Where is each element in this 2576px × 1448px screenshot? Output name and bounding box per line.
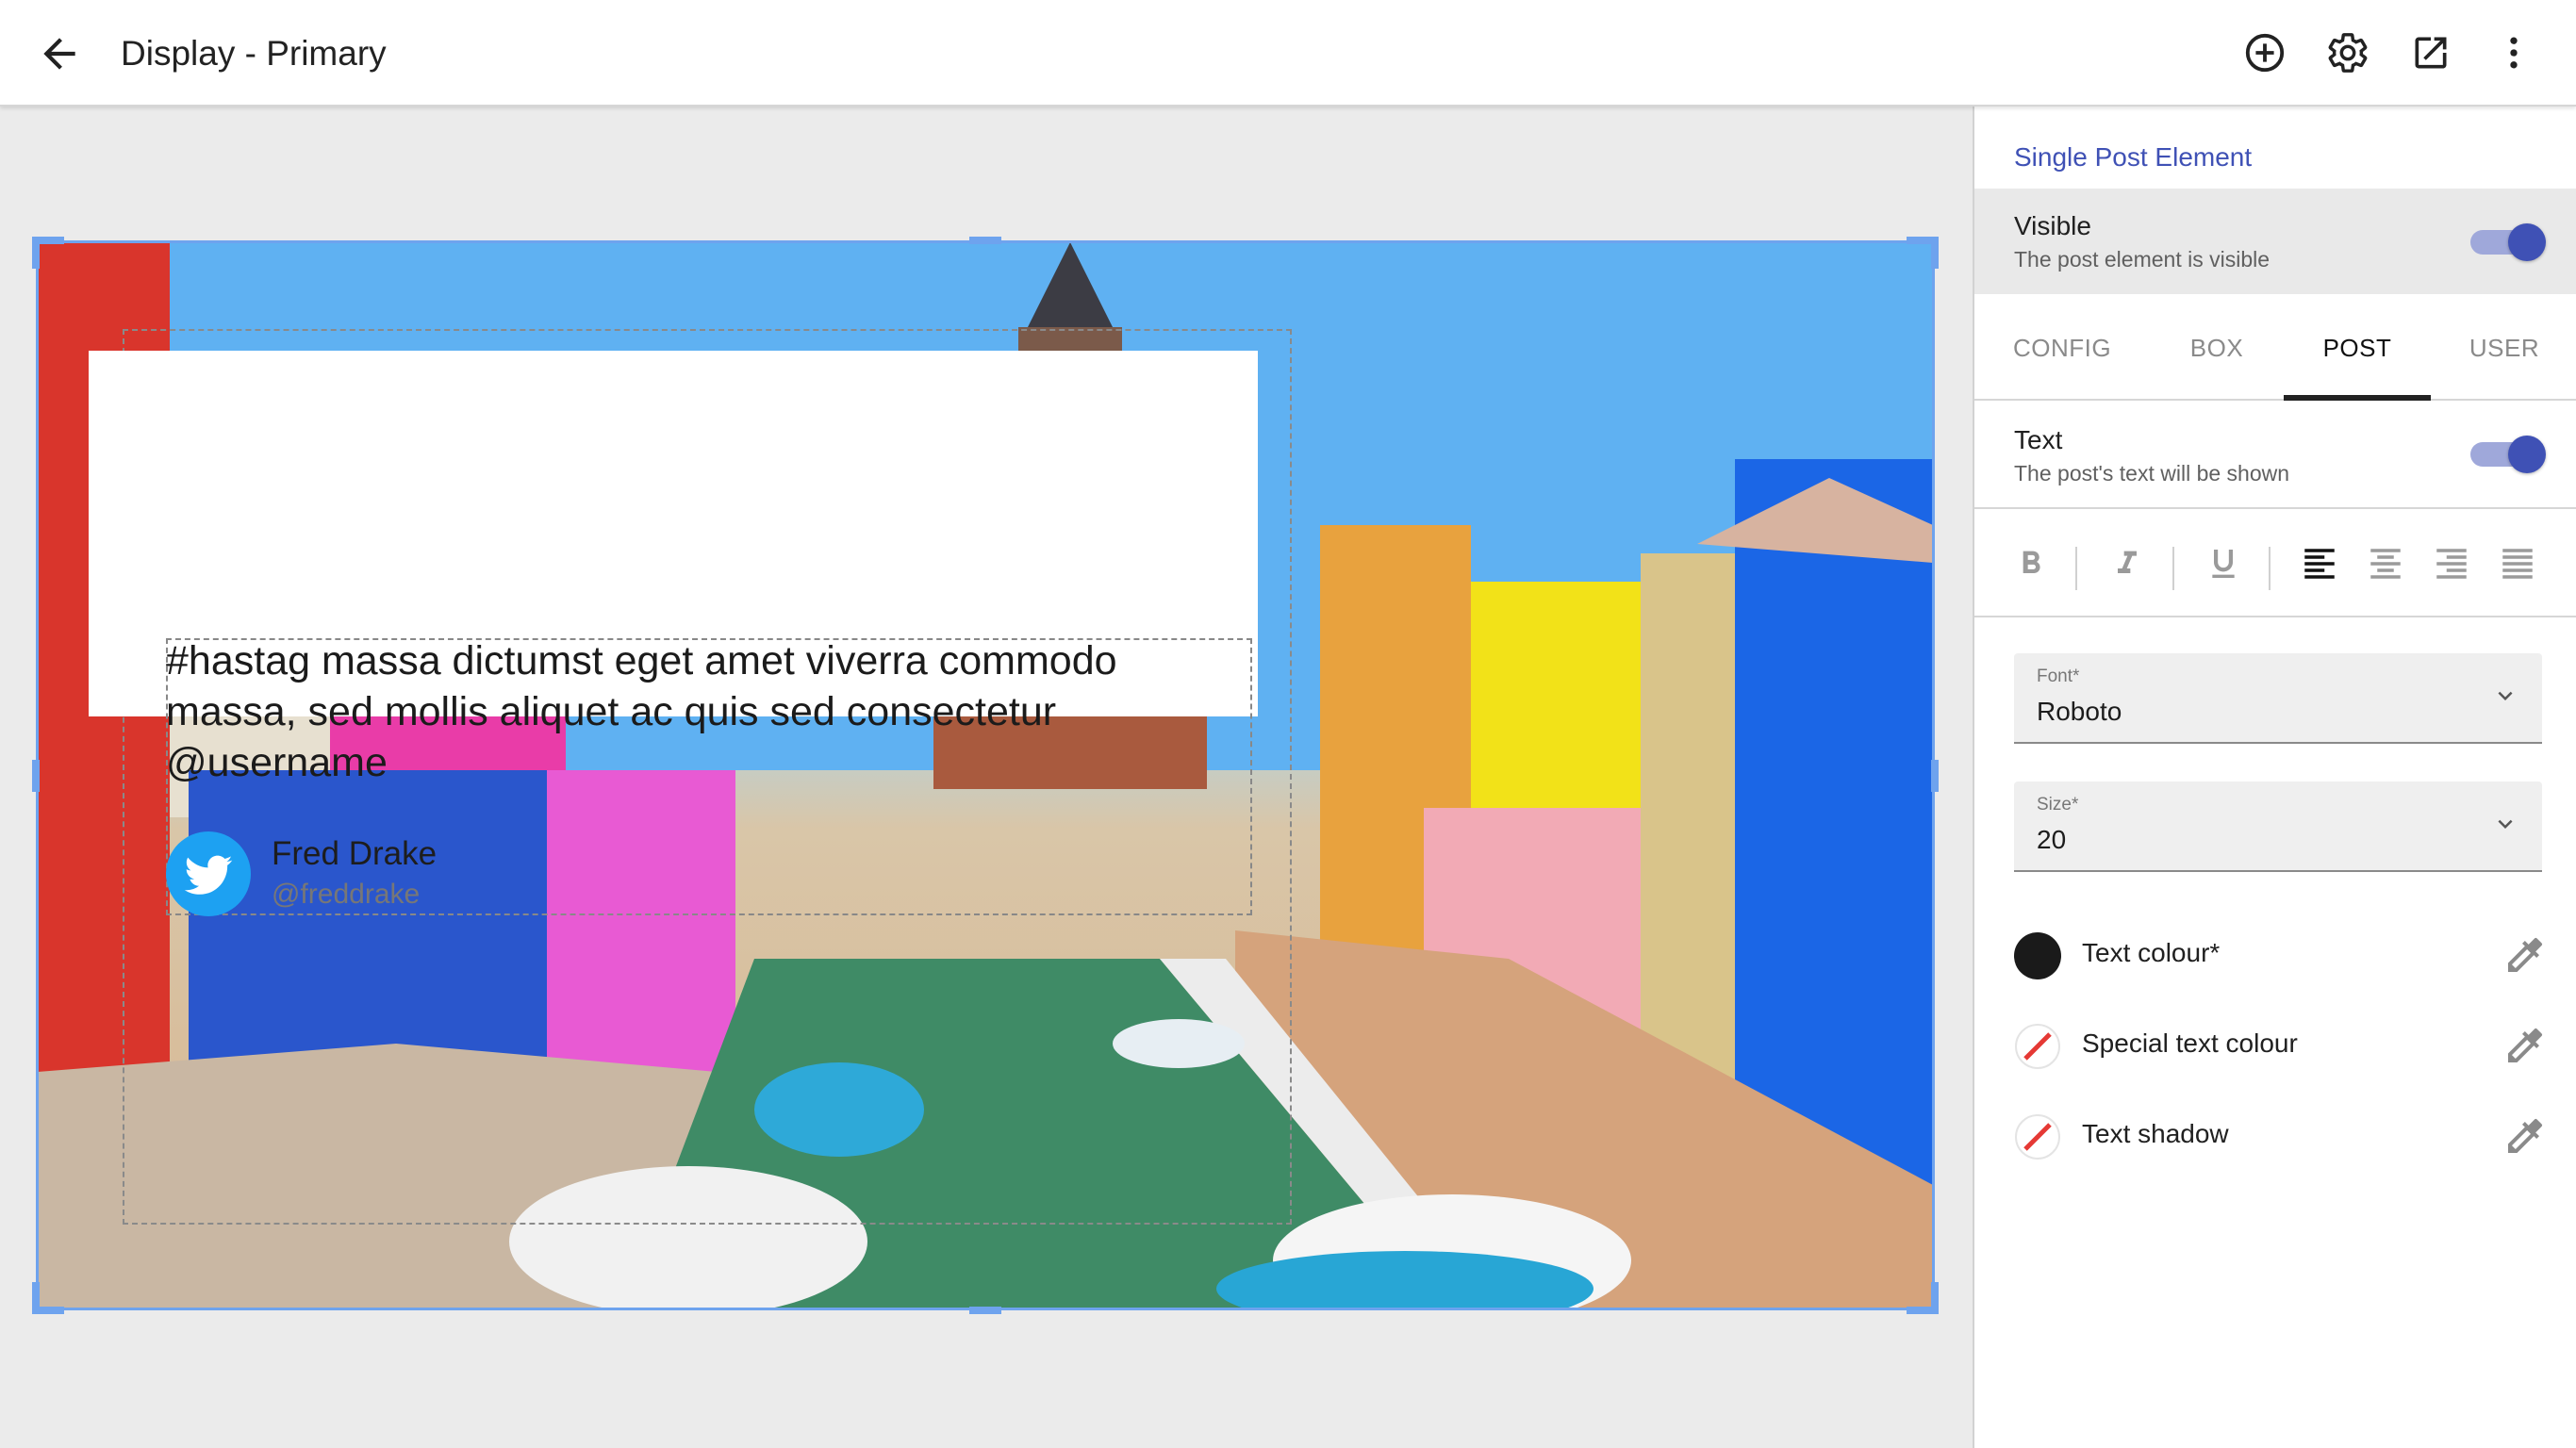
visible-toggle[interactable]	[2470, 221, 2546, 262]
size-select[interactable]: Size* 20	[2014, 782, 2542, 872]
chevron-down-icon	[2491, 682, 2519, 710]
resize-handle-bottom[interactable]	[969, 1307, 1001, 1314]
open-in-new-icon[interactable]	[2404, 26, 2457, 79]
post-text: #hastag massa dictumst eget amet viverra…	[166, 638, 1117, 785]
size-label: Size*	[2037, 795, 2079, 814]
text-setting-row[interactable]: Text The post's text will be shown	[1974, 401, 2576, 509]
author-handle: @freddrake	[272, 879, 421, 910]
tab-config[interactable]: CONFIG	[1974, 295, 2150, 401]
text-shadow-row[interactable]: Text shadow	[1974, 1091, 2576, 1181]
align-center-icon[interactable]	[2361, 539, 2410, 588]
tab-box[interactable]: BOX	[2150, 295, 2284, 401]
visible-title: Visible	[2014, 211, 2091, 240]
italic-icon[interactable]	[2103, 539, 2152, 588]
twitter-bird-icon	[166, 831, 251, 916]
eyedropper-icon[interactable]	[2502, 1113, 2548, 1159]
properties-panel: Single Post Element Visible The post ele…	[1973, 107, 2576, 1448]
add-circle-icon[interactable]	[2238, 26, 2291, 79]
text-format-toolbar	[1974, 509, 2576, 617]
text-colour-label: Text colour*	[2082, 938, 2221, 967]
text-subtitle: The post's text will be shown	[2014, 461, 2290, 485]
settings-gear-icon[interactable]	[2321, 26, 2374, 79]
text-title: Text	[2014, 425, 2063, 454]
resize-handle-top-left-v[interactable]	[32, 237, 40, 269]
font-label: Font*	[2037, 666, 2080, 686]
visible-setting-row[interactable]: Visible The post element is visible	[1974, 189, 2576, 294]
align-right-icon[interactable]	[2427, 539, 2476, 588]
resize-handle-top[interactable]	[969, 237, 1001, 244]
eyedropper-icon[interactable]	[2502, 1023, 2548, 1068]
font-select[interactable]: Font* Roboto	[2014, 653, 2542, 744]
resize-handle-top-right-v[interactable]	[1931, 237, 1939, 269]
tab-user[interactable]: USER	[2431, 295, 2576, 401]
author-name: Fred Drake	[272, 835, 438, 872]
panel-title: Single Post Element	[2014, 142, 2253, 172]
back-arrow-icon[interactable]	[36, 30, 83, 77]
resize-handle-bottom-left-v[interactable]	[32, 1282, 40, 1314]
underline-icon[interactable]	[2199, 539, 2248, 588]
eyedropper-icon[interactable]	[2502, 932, 2548, 978]
panel-tabs: CONFIG BOX POST USER	[1974, 295, 2576, 401]
tab-post[interactable]: POST	[2284, 295, 2431, 401]
font-value: Roboto	[2037, 697, 2122, 726]
bold-icon[interactable]	[2006, 539, 2056, 588]
text-colour-swatch[interactable]	[2014, 932, 2061, 979]
align-justify-icon[interactable]	[2493, 539, 2542, 588]
resize-handle-left[interactable]	[32, 760, 40, 792]
resize-handle-bottom-right-v[interactable]	[1931, 1282, 1939, 1314]
app-bar: Display - Primary	[0, 0, 2576, 107]
visible-subtitle: The post element is visible	[2014, 247, 2271, 272]
resize-handle-right[interactable]	[1931, 760, 1939, 792]
size-value: 20	[2037, 825, 2067, 854]
text-colour-row[interactable]: Text colour*	[1974, 910, 2576, 1000]
page-title: Display - Primary	[121, 34, 387, 73]
special-text-colour-swatch[interactable]	[2014, 1023, 2061, 1070]
chevron-down-icon	[2491, 810, 2519, 838]
more-vert-icon[interactable]	[2487, 26, 2540, 79]
special-text-colour-row[interactable]: Special text colour	[1974, 1000, 2576, 1091]
text-shadow-swatch[interactable]	[2014, 1113, 2061, 1160]
text-shadow-label: Text shadow	[2082, 1119, 2229, 1148]
text-toggle[interactable]	[2470, 433, 2546, 474]
align-left-icon[interactable]	[2295, 539, 2344, 588]
special-text-colour-label: Special text colour	[2082, 1028, 2298, 1058]
